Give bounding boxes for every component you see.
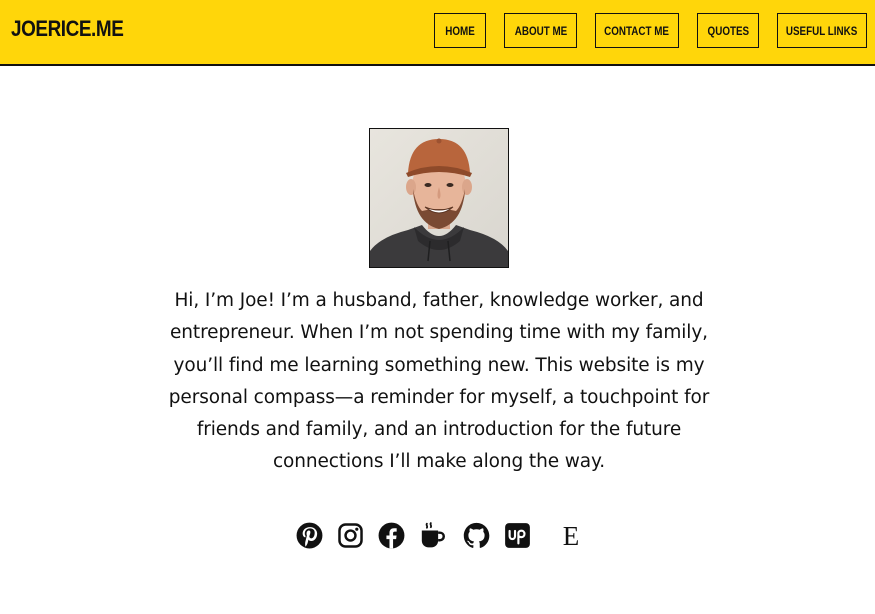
coffee-cup-icon[interactable] (419, 522, 446, 549)
profile-photo (369, 128, 509, 268)
upwork-icon[interactable] (504, 522, 531, 549)
site-header: JOERICE.ME HOME ABOUT ME CONTACT ME QUOT… (0, 0, 875, 66)
site-logo[interactable]: JOERICE.ME (11, 16, 124, 42)
nav-quotes-button[interactable]: QUOTES (697, 13, 759, 48)
nav-home-label: HOME (445, 23, 475, 38)
etsy-glyph: E (563, 522, 580, 549)
etsy-icon[interactable]: E (559, 522, 583, 549)
nav-about-label: ABOUT ME (514, 23, 567, 38)
nav-about-button[interactable]: ABOUT ME (504, 13, 577, 48)
nav-contact-button[interactable]: CONTACT ME (595, 13, 679, 48)
nav-quotes-label: QUOTES (707, 23, 749, 38)
nav-useful-links-button[interactable]: USEFUL LINKS (777, 13, 867, 48)
facebook-icon[interactable] (378, 522, 405, 549)
instagram-icon[interactable] (337, 522, 364, 549)
github-icon[interactable] (463, 522, 490, 549)
bio-text: Hi, I’m Joe! I’m a husband, father, know… (168, 290, 710, 473)
nav-useful-links-label: USEFUL LINKS (786, 23, 858, 38)
pinterest-icon[interactable] (296, 522, 323, 549)
nav-contact-label: CONTACT ME (604, 23, 670, 38)
profile-photo-image (370, 129, 508, 267)
nav-home-button[interactable]: HOME (434, 13, 486, 48)
